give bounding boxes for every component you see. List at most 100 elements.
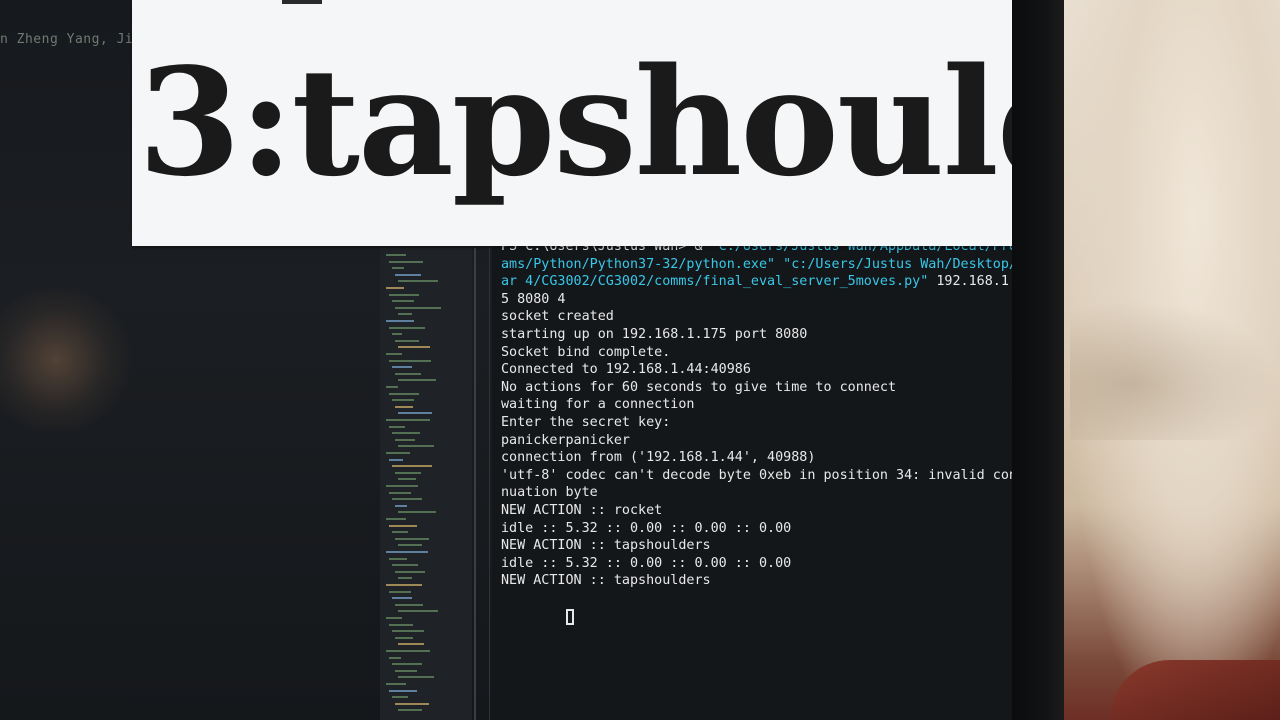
minimap-code-line — [389, 392, 419, 395]
terminal-text: idle :: 5.32 :: 0.00 :: 0.00 :: 0.00 — [501, 520, 792, 536]
minimap-code-line — [398, 280, 438, 283]
minimap-code-line — [398, 379, 436, 382]
minimap-code-line — [392, 498, 422, 501]
minimap-code-line — [386, 650, 430, 652]
minimap-code-line — [398, 412, 432, 415]
minimap-code-line — [389, 293, 419, 296]
minimap-code-line — [395, 339, 419, 342]
minimap-code-line — [392, 531, 408, 534]
minimap-code-line — [392, 564, 418, 567]
minimap-code-line — [389, 326, 425, 329]
minimap-code-line — [392, 696, 408, 699]
terminal-text: No actions for 60 seconds to give time t… — [501, 379, 897, 395]
terminal-line: nuation byte — [501, 484, 1012, 502]
terminal-line: connection from ('192.168.1.44', 40988) — [501, 449, 1012, 467]
minimap-code-line — [395, 306, 441, 309]
minimap-code-line — [392, 366, 412, 369]
terminal-text: panickerpanicker — [501, 432, 630, 448]
photo-scene: n Zheng Yang, Ji PS C:\Users\Justus Wah>… — [0, 0, 1280, 720]
minimap-code-line — [395, 438, 415, 441]
terminal-line: panickerpanicker — [501, 432, 1012, 450]
minimap-code-line — [386, 353, 402, 355]
terminal-text: 5 8080 4 — [501, 291, 566, 307]
minimap-code-line — [389, 359, 431, 362]
editor-minimap[interactable] — [380, 248, 472, 720]
minimap-code-line — [386, 254, 406, 256]
terminal-line: idle :: 5.32 :: 0.00 :: 0.00 :: 0.00 — [501, 520, 1012, 538]
terminal-line: ams/Python/Python37-32/python.exe" "c:/U… — [501, 256, 1012, 274]
minimap-code-line — [392, 399, 414, 402]
minimap-code-line — [386, 452, 410, 454]
minimap-code-line — [386, 683, 406, 685]
minimap-code-line — [392, 333, 402, 336]
minimap-code-line — [395, 702, 429, 705]
editor-split-divider[interactable] — [474, 248, 476, 720]
terminal-text: waiting for a connection — [501, 397, 695, 413]
minimap-code-line — [389, 458, 403, 461]
minimap-code-line — [392, 267, 404, 270]
minimap-code-line — [389, 689, 417, 692]
minimap-code-line — [398, 610, 438, 613]
terminal-text: 'utf-8' codec can't decode byte 0xeb in … — [501, 467, 1012, 483]
minimap-code-line — [386, 386, 398, 388]
minimap-code-line — [398, 313, 412, 316]
minimap-code-line — [395, 471, 421, 474]
minimap-code-line — [395, 636, 413, 639]
terminal-output: PS C:\Users\Justus Wah> & "C:/Users/Just… — [501, 238, 1012, 590]
minimap-code-line — [395, 603, 423, 606]
minimap-code-line — [389, 623, 413, 626]
minimap-code-line — [392, 597, 412, 600]
minimap-code-line — [392, 465, 432, 468]
terminal-line: Connected to 192.168.1.44:40986 — [501, 361, 1012, 379]
minimap-code-line — [398, 577, 412, 580]
terminal-text: starting up on 192.168.1.175 port 8080 — [501, 326, 808, 342]
terminal-text: nuation byte — [501, 485, 598, 501]
terminal-path-text: ar 4/CG3002/CG3002/comms/final_eval_serv… — [501, 274, 929, 290]
minimap-code-line — [395, 372, 421, 375]
terminal-text: NEW ACTION :: tapshoulders — [501, 538, 711, 554]
minimap-code-line — [386, 584, 422, 586]
minimap-code-line — [398, 445, 434, 448]
terminal-line: socket created — [501, 308, 1012, 326]
minimap-code-line — [386, 617, 402, 619]
minimap-code-line — [389, 491, 411, 494]
popup-edge — [282, 0, 322, 4]
terminal-line: Enter the secret key: — [501, 414, 1012, 432]
terminal-text: socket created — [501, 309, 614, 325]
terminal-path-text: ams/Python/Python37-32/python.exe" "c:/U… — [501, 256, 1012, 272]
terminal-text: Connected to 192.168.1.44:40986 — [501, 362, 751, 378]
cushion-fold — [1070, 300, 1280, 440]
minimap-code-line — [398, 511, 436, 514]
terminal-panel[interactable]: PS C:\Users\Justus Wah> & "C:/Users/Just… — [492, 236, 1012, 720]
terminal-line: NEW ACTION :: tapshoulders — [501, 572, 1012, 590]
terminal-line: 5 8080 4 — [501, 291, 1012, 309]
terminal-line: No actions for 60 seconds to give time t… — [501, 379, 1012, 397]
laptop-bezel — [1012, 0, 1064, 720]
minimap-code-line — [386, 320, 414, 322]
terminal-line: starting up on 192.168.1.175 port 8080 — [501, 326, 1012, 344]
minimap-code-line — [386, 419, 430, 421]
terminal-line: idle :: 5.32 :: 0.00 :: 0.00 :: 0.00 — [501, 555, 1012, 573]
minimap-code-line — [389, 557, 407, 560]
terminal-text: idle :: 5.32 :: 0.00 :: 0.00 :: 0.00 — [501, 555, 792, 571]
minimap-code-line — [395, 273, 421, 276]
terminal-prompt-line[interactable] — [501, 590, 1012, 626]
editor-author-comment: n Zheng Yang, Ji — [0, 32, 134, 47]
screen-glare — [0, 290, 140, 430]
minimap-code-line — [389, 260, 423, 263]
minimap-code-line — [392, 630, 424, 633]
minimap-code-line — [395, 669, 417, 672]
minimap-code-line — [386, 518, 406, 520]
minimap-code-line — [392, 432, 420, 435]
laptop-screen: n Zheng Yang, Ji PS C:\Users\Justus Wah>… — [0, 0, 1012, 720]
minimap-code-line — [389, 524, 417, 527]
minimap-code-line — [386, 551, 428, 553]
minimap-code-line — [398, 346, 430, 349]
terminal-text: Socket bind complete. — [501, 344, 671, 360]
minimap-code-line — [395, 570, 425, 573]
minimap-code-line — [392, 300, 414, 303]
terminal-line: NEW ACTION :: tapshoulders — [501, 537, 1012, 555]
action-popup-window: 3:tapshould — [132, 0, 1012, 246]
terminal-line: 'utf-8' codec can't decode byte 0xeb in … — [501, 467, 1012, 485]
minimap-code-line — [398, 478, 416, 481]
